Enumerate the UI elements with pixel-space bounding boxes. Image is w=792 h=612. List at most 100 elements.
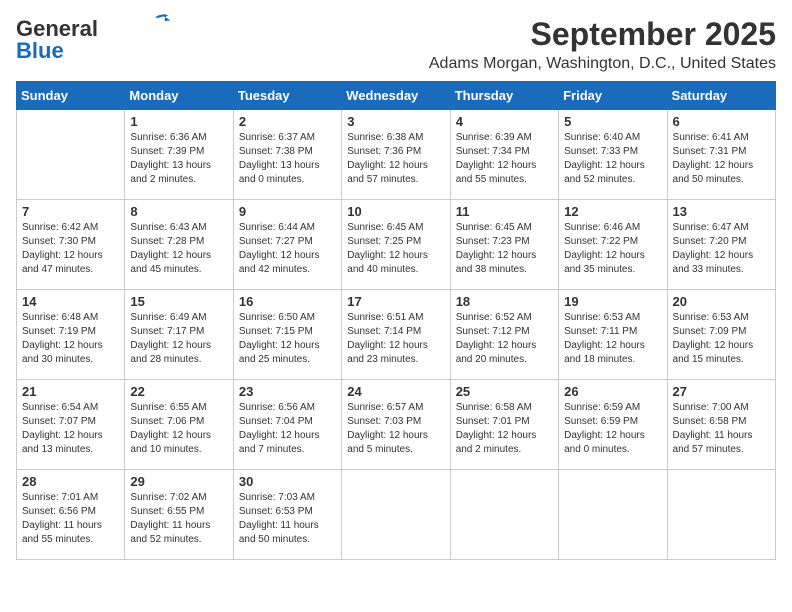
week-row-2: 7 Sunrise: 6:42 AM Sunset: 7:30 PM Daylig…: [17, 200, 776, 290]
day-info: Sunrise: 6:53 AM Sunset: 7:11 PM Dayligh…: [564, 311, 661, 367]
day-number: 17: [347, 294, 444, 309]
day-cell: 27 Sunrise: 7:00 AM Sunset: 6:58 PM Dayli…: [667, 380, 775, 470]
logo: General Blue: [16, 16, 172, 64]
day-info: Sunrise: 6:45 AM Sunset: 7:23 PM Dayligh…: [456, 221, 553, 277]
day-number: 18: [456, 294, 553, 309]
day-number: 13: [673, 204, 770, 219]
col-header-saturday: Saturday: [667, 82, 775, 110]
day-number: 4: [456, 114, 553, 129]
day-number: 6: [673, 114, 770, 129]
day-cell: 5 Sunrise: 6:40 AM Sunset: 7:33 PM Daylig…: [559, 110, 667, 200]
day-info: Sunrise: 6:39 AM Sunset: 7:34 PM Dayligh…: [456, 131, 553, 187]
day-cell: 11 Sunrise: 6:45 AM Sunset: 7:23 PM Dayli…: [450, 200, 558, 290]
day-cell: 18 Sunrise: 6:52 AM Sunset: 7:12 PM Dayli…: [450, 290, 558, 380]
day-cell: 3 Sunrise: 6:38 AM Sunset: 7:36 PM Daylig…: [342, 110, 450, 200]
logo-bird-icon: [152, 13, 172, 27]
day-info: Sunrise: 6:37 AM Sunset: 7:38 PM Dayligh…: [239, 131, 336, 187]
day-info: Sunrise: 6:42 AM Sunset: 7:30 PM Dayligh…: [22, 221, 119, 277]
day-info: Sunrise: 6:56 AM Sunset: 7:04 PM Dayligh…: [239, 401, 336, 457]
week-row-4: 21Sunrise: 6:54 AM Sunset: 7:07 PM Dayli…: [17, 380, 776, 470]
day-info: Sunrise: 6:41 AM Sunset: 7:31 PM Dayligh…: [673, 131, 770, 187]
day-info: Sunrise: 6:38 AM Sunset: 7:36 PM Dayligh…: [347, 131, 444, 187]
day-cell: [667, 470, 775, 560]
day-info: Sunrise: 6:36 AM Sunset: 7:39 PM Dayligh…: [130, 131, 227, 187]
day-number: 28: [22, 474, 119, 489]
day-info: Sunrise: 6:44 AM Sunset: 7:27 PM Dayligh…: [239, 221, 336, 277]
day-cell: 26 Sunrise: 6:59 AM Sunset: 6:59 PM Dayli…: [559, 380, 667, 470]
day-info: Sunrise: 6:59 AM Sunset: 6:59 PM Dayligh…: [564, 401, 661, 457]
day-info: Sunrise: 6:40 AM Sunset: 7:33 PM Dayligh…: [564, 131, 661, 187]
day-info: Sunrise: 6:51 AM Sunset: 7:14 PM Dayligh…: [347, 311, 444, 367]
day-info: Sunrise: 6:53 AM Sunset: 7:09 PM Dayligh…: [673, 311, 770, 367]
title-area: September 2025 Adams Morgan, Washington,…: [429, 16, 776, 73]
day-info: Sunrise: 7:02 AM Sunset: 6:55 PM Dayligh…: [130, 491, 227, 547]
day-number: 26: [564, 384, 661, 399]
col-header-wednesday: Wednesday: [342, 82, 450, 110]
day-cell: 14Sunrise: 6:48 AM Sunset: 7:19 PM Dayli…: [17, 290, 125, 380]
day-cell: 10 Sunrise: 6:45 AM Sunset: 7:25 PM Dayli…: [342, 200, 450, 290]
day-info: Sunrise: 6:49 AM Sunset: 7:17 PM Dayligh…: [130, 311, 227, 367]
day-cell: 7 Sunrise: 6:42 AM Sunset: 7:30 PM Daylig…: [17, 200, 125, 290]
day-info: Sunrise: 6:52 AM Sunset: 7:12 PM Dayligh…: [456, 311, 553, 367]
day-number: 7: [22, 204, 119, 219]
day-info: Sunrise: 6:43 AM Sunset: 7:28 PM Dayligh…: [130, 221, 227, 277]
col-header-sunday: Sunday: [17, 82, 125, 110]
day-cell: 1 Sunrise: 6:36 AM Sunset: 7:39 PM Daylig…: [125, 110, 233, 200]
day-number: 22: [130, 384, 227, 399]
day-number: 9: [239, 204, 336, 219]
day-cell: 6 Sunrise: 6:41 AM Sunset: 7:31 PM Daylig…: [667, 110, 775, 200]
day-number: 25: [456, 384, 553, 399]
day-cell: 24 Sunrise: 6:57 AM Sunset: 7:03 PM Dayli…: [342, 380, 450, 470]
day-info: Sunrise: 7:03 AM Sunset: 6:53 PM Dayligh…: [239, 491, 336, 547]
day-info: Sunrise: 6:46 AM Sunset: 7:22 PM Dayligh…: [564, 221, 661, 277]
day-cell: 25 Sunrise: 6:58 AM Sunset: 7:01 PM Dayli…: [450, 380, 558, 470]
week-row-5: 28 Sunrise: 7:01 AM Sunset: 6:56 PM Dayli…: [17, 470, 776, 560]
day-cell: 20 Sunrise: 6:53 AM Sunset: 7:09 PM Dayli…: [667, 290, 775, 380]
day-number: 16: [239, 294, 336, 309]
day-info: Sunrise: 6:54 AM Sunset: 7:07 PM Dayligh…: [22, 401, 119, 457]
location-title: Adams Morgan, Washington, D.C., United S…: [429, 55, 776, 73]
day-cell: 12 Sunrise: 6:46 AM Sunset: 7:22 PM Dayli…: [559, 200, 667, 290]
day-number: 3: [347, 114, 444, 129]
day-number: 14: [22, 294, 119, 309]
day-info: Sunrise: 6:50 AM Sunset: 7:15 PM Dayligh…: [239, 311, 336, 367]
day-number: 1: [130, 114, 227, 129]
day-cell: 30 Sunrise: 7:03 AM Sunset: 6:53 PM Dayli…: [233, 470, 341, 560]
day-number: 12: [564, 204, 661, 219]
day-number: 10: [347, 204, 444, 219]
day-number: 20: [673, 294, 770, 309]
day-cell: [559, 470, 667, 560]
day-cell: [17, 110, 125, 200]
day-number: 23: [239, 384, 336, 399]
day-number: 5: [564, 114, 661, 129]
day-number: 27: [673, 384, 770, 399]
day-cell: 28 Sunrise: 7:01 AM Sunset: 6:56 PM Dayli…: [17, 470, 125, 560]
col-header-monday: Monday: [125, 82, 233, 110]
day-info: Sunrise: 6:45 AM Sunset: 7:25 PM Dayligh…: [347, 221, 444, 277]
day-info: Sunrise: 6:58 AM Sunset: 7:01 PM Dayligh…: [456, 401, 553, 457]
day-cell: [342, 470, 450, 560]
day-number: 11: [456, 204, 553, 219]
day-number: 15: [130, 294, 227, 309]
col-header-friday: Friday: [559, 82, 667, 110]
day-cell: 9 Sunrise: 6:44 AM Sunset: 7:27 PM Daylig…: [233, 200, 341, 290]
day-number: 30: [239, 474, 336, 489]
calendar-table: SundayMondayTuesdayWednesdayThursdayFrid…: [16, 81, 776, 560]
day-number: 29: [130, 474, 227, 489]
week-row-3: 14Sunrise: 6:48 AM Sunset: 7:19 PM Dayli…: [17, 290, 776, 380]
day-info: Sunrise: 6:57 AM Sunset: 7:03 PM Dayligh…: [347, 401, 444, 457]
day-info: Sunrise: 7:01 AM Sunset: 6:56 PM Dayligh…: [22, 491, 119, 547]
day-info: Sunrise: 6:55 AM Sunset: 7:06 PM Dayligh…: [130, 401, 227, 457]
day-number: 19: [564, 294, 661, 309]
month-title: September 2025: [429, 16, 776, 53]
day-cell: 13 Sunrise: 6:47 AM Sunset: 7:20 PM Dayli…: [667, 200, 775, 290]
day-cell: 2Sunrise: 6:37 AM Sunset: 7:38 PM Daylig…: [233, 110, 341, 200]
day-info: Sunrise: 6:47 AM Sunset: 7:20 PM Dayligh…: [673, 221, 770, 277]
day-info: Sunrise: 7:00 AM Sunset: 6:58 PM Dayligh…: [673, 401, 770, 457]
day-cell: 29 Sunrise: 7:02 AM Sunset: 6:55 PM Dayli…: [125, 470, 233, 560]
header: General Blue September 2025 Adams Morgan…: [16, 16, 776, 73]
day-number: 24: [347, 384, 444, 399]
day-cell: 17 Sunrise: 6:51 AM Sunset: 7:14 PM Dayli…: [342, 290, 450, 380]
col-header-tuesday: Tuesday: [233, 82, 341, 110]
day-cell: 4 Sunrise: 6:39 AM Sunset: 7:34 PM Daylig…: [450, 110, 558, 200]
